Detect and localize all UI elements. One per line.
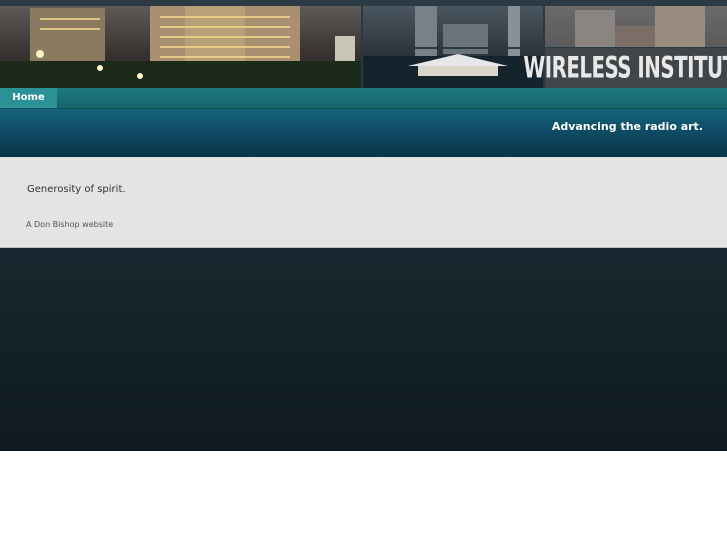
site-logo[interactable]: WIRELESS INSTITUTE [523,48,727,88]
photo-divider [363,47,543,49]
header-photo-city [0,6,361,88]
content-area: Generosity of spirit. A Don Bishop websi… [0,157,727,248]
site-tagline: Advancing the radio art. [551,120,703,133]
tagline-band: Advancing the radio art. [0,109,727,157]
nav-item-home[interactable]: Home [0,88,57,108]
main-nav: Home [0,88,727,109]
towers-image [575,6,705,48]
site-credit: A Don Bishop website [26,220,114,229]
city-skyline-image [0,6,361,88]
site-logo-text: WIRELESS INSTITUTE [523,51,727,85]
main-text: Generosity of spirit. [27,184,126,195]
